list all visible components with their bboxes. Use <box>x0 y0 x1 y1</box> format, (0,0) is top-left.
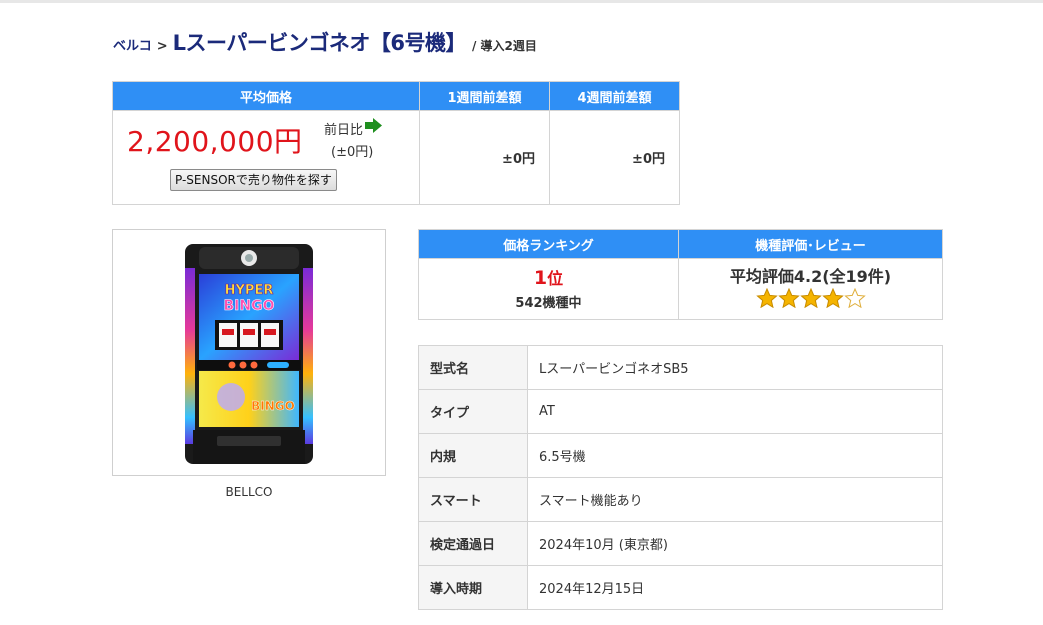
diff-1week-cell: ±0円 <box>419 110 550 205</box>
header-average-price: 平均価格 <box>112 81 420 111</box>
page-title: Lスーパービンゴネオ【6号機】 <box>172 31 467 55</box>
machine-image-frame: HYPER BINGO BINGO <box>112 229 386 476</box>
spec-table: 型式名 LスーパービンゴネオSB5 タイプ AT 内規 6.5号機 スマート スマート機… <box>418 345 943 610</box>
breadcrumb-maker-link[interactable]: ベルコ <box>113 35 152 54</box>
spec-key: 検定通過日 <box>418 521 528 566</box>
header-review: 機種評価･レビュー <box>678 229 943 259</box>
rank-number: 1 <box>533 267 548 289</box>
star-filled-icon <box>821 288 844 308</box>
spec-value: 2024年10月 (東京都) <box>527 521 943 566</box>
breadcrumb-separator: > <box>156 39 168 54</box>
svg-text:HYPER: HYPER <box>225 283 274 298</box>
rank-position: 1位 <box>419 267 678 290</box>
star-filled-icon <box>799 288 822 308</box>
spec-key: スマート <box>418 477 528 522</box>
star-filled-icon <box>777 288 800 308</box>
spec-value: 6.5号機 <box>527 433 943 478</box>
star-filled-icon <box>755 288 778 308</box>
breadcrumb: ベルコ > Lスーパービンゴネオ【6号機】 / 導入2週目 <box>113 27 537 57</box>
spec-key: 型式名 <box>418 345 528 390</box>
spec-value: LスーパービンゴネオSB5 <box>527 345 943 390</box>
intro-week: / 導入2週目 <box>471 39 537 53</box>
ranking-cell: 1位 542機種中 <box>418 258 679 320</box>
star-rating <box>679 288 942 308</box>
spec-row: タイプ AT <box>418 389 943 434</box>
header-price-ranking: 価格ランキング <box>418 229 679 259</box>
spec-row: 型式名 LスーパービンゴネオSB5 <box>418 345 943 390</box>
ranking-table: 価格ランキング 機種評価･レビュー 1位 542機種中 平均評価4.2(全19件… <box>418 229 943 320</box>
spec-key: タイプ <box>418 389 528 434</box>
average-price-value: 2,200,000円 <box>127 125 303 158</box>
svg-text:BINGO: BINGO <box>224 298 275 314</box>
rank-suffix: 位 <box>547 269 564 288</box>
slot-machine-image: HYPER BINGO BINGO <box>185 244 313 464</box>
review-average[interactable]: 平均評価4.2(全19件) <box>679 266 942 288</box>
spec-row: 検定通過日 2024年10月 (東京都) <box>418 521 943 566</box>
star-empty-icon <box>843 288 866 308</box>
rank-total: 542機種中 <box>515 296 582 311</box>
diff-4week-cell: ±0円 <box>549 110 680 205</box>
top-border <box>0 0 1043 3</box>
prev-day-label-text: 前日比 <box>324 123 364 138</box>
spec-value: AT <box>527 389 943 434</box>
average-price-cell: 2,200,000円 前日比 (±0円) P-SENSORで売り物件を探す <box>112 110 420 205</box>
prev-day-label: 前日比 <box>324 118 383 138</box>
prev-day-value: (±0円) <box>331 145 374 160</box>
svg-text:BINGO: BINGO <box>251 399 295 413</box>
review-cell[interactable]: 平均評価4.2(全19件) <box>678 258 943 320</box>
header-4week-diff: 4週間前差額 <box>549 81 680 111</box>
spec-row: スマート スマート機能あり <box>418 477 943 522</box>
diff-4week-value: ±0円 <box>632 152 665 167</box>
search-listings-button[interactable]: P-SENSORで売り物件を探す <box>170 169 337 191</box>
spec-key: 導入時期 <box>418 565 528 610</box>
arrow-right-icon <box>365 118 383 133</box>
spec-row: 導入時期 2024年12月15日 <box>418 565 943 610</box>
header-1week-diff: 1週間前差額 <box>419 81 550 111</box>
maker-caption: BELLCO <box>225 485 273 499</box>
price-table: 平均価格 1週間前差額 4週間前差額 2,200,000円 前日比 (±0円) … <box>112 81 680 205</box>
diff-1week-value: ±0円 <box>502 152 535 167</box>
spec-value: 2024年12月15日 <box>527 565 943 610</box>
spec-row: 内規 6.5号機 <box>418 433 943 478</box>
spec-value: スマート機能あり <box>527 477 943 522</box>
spec-key: 内規 <box>418 433 528 478</box>
